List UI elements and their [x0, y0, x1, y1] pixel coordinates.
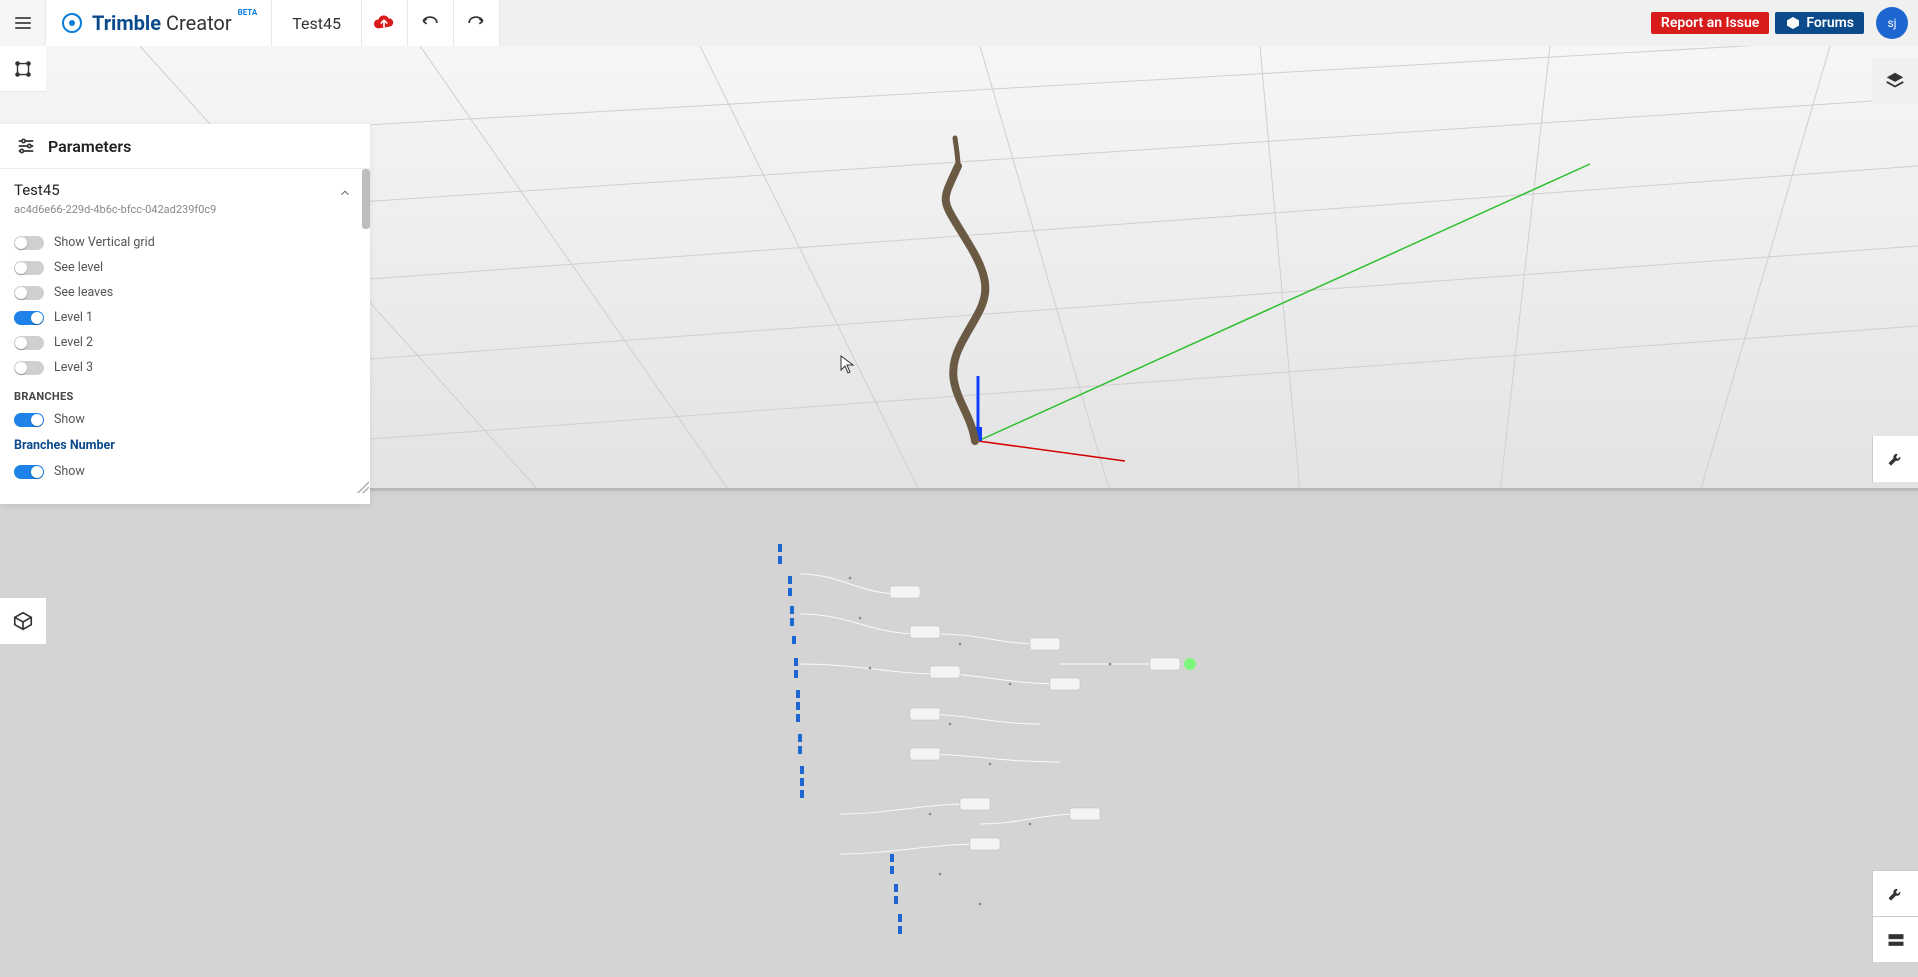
toggle-label: Level 3	[54, 360, 93, 375]
collapse-button[interactable]	[334, 181, 356, 208]
undo-icon	[420, 13, 440, 33]
layout-button[interactable]	[1872, 916, 1918, 962]
layers-icon	[1884, 70, 1906, 92]
toggle-switch[interactable]	[14, 286, 44, 300]
avatar[interactable]: sj	[1876, 7, 1908, 39]
left-tool-column	[0, 46, 46, 92]
node-graph[interactable]	[0, 494, 1918, 977]
toggle-switch[interactable]	[14, 236, 44, 250]
forums-label: Forums	[1806, 15, 1854, 31]
toggle-switch[interactable]	[14, 465, 44, 479]
document-name[interactable]: Test45	[272, 0, 362, 46]
project-id: ac4d6e66-229d-4b6c-bfcc-042ad239f0c9	[14, 203, 216, 216]
brand-icon	[60, 11, 84, 35]
toggle-label: Level 1	[54, 310, 93, 325]
topbar: Trimble Creator BETA Test45 Report an Is…	[0, 0, 1918, 46]
toggle-label: Show	[54, 464, 85, 479]
forums-icon	[1785, 15, 1801, 31]
toggle-label: Level 2	[54, 335, 93, 350]
nodes-icon	[12, 58, 34, 80]
viewport-settings-button[interactable]	[1872, 436, 1918, 482]
sliders-icon	[16, 136, 36, 156]
section-branches: BRANCHES	[14, 380, 356, 407]
toggle-switch[interactable]	[14, 336, 44, 350]
warehouse-button[interactable]	[0, 598, 46, 644]
toggle-see-level[interactable]: See level	[14, 255, 356, 280]
toggle-level-3[interactable]: Level 3	[14, 355, 356, 380]
brand-badge: BETA	[238, 8, 258, 17]
brand[interactable]: Trimble Creator BETA	[46, 0, 272, 46]
wrench-icon	[1886, 884, 1906, 904]
wrench-icon	[1886, 449, 1906, 469]
branches-number-link[interactable]: Branches Number	[14, 432, 356, 459]
toggle-switch[interactable]	[14, 311, 44, 325]
toggle-show-vertical-grid[interactable]: Show Vertical grid	[14, 230, 356, 255]
panel-header: Parameters	[0, 124, 370, 169]
cloud-upload-button[interactable]	[362, 0, 408, 46]
brand-text: Trimble Creator	[92, 11, 232, 35]
toggle-level-2[interactable]: Level 2	[14, 330, 356, 355]
layout-icon	[1886, 930, 1906, 950]
graph-settings-button-2[interactable]	[1872, 870, 1918, 916]
toggle-switch[interactable]	[14, 361, 44, 375]
layers-button[interactable]	[1872, 58, 1918, 104]
chevron-up-icon	[338, 186, 352, 200]
redo-icon	[466, 13, 486, 33]
toggle-see-leaves[interactable]: See leaves	[14, 280, 356, 305]
toggle-branches-show-2[interactable]: Show	[14, 459, 356, 484]
toggle-label: See level	[54, 260, 103, 275]
toggle-branches-show[interactable]: Show	[14, 407, 356, 432]
toggle-label: Show	[54, 412, 85, 427]
report-issue-button[interactable]: Report an Issue	[1651, 12, 1769, 34]
undo-button[interactable]	[408, 0, 454, 46]
panel-scrollbar[interactable]	[362, 169, 370, 229]
project-name: Test45	[14, 181, 216, 199]
forums-button[interactable]: Forums	[1775, 12, 1864, 34]
toggle-label: See leaves	[54, 285, 113, 300]
toggle-level-1[interactable]: Level 1	[14, 305, 356, 330]
parameters-panel: Parameters Test45 ac4d6e66-229d-4b6c-bfc…	[0, 124, 370, 504]
right-tool-column-top	[1872, 58, 1918, 104]
cloud-upload-icon	[373, 12, 395, 34]
toggle-switch[interactable]	[14, 413, 44, 427]
panel-resize-handle[interactable]	[357, 481, 369, 493]
warehouse-icon	[12, 610, 34, 632]
toggle-switch[interactable]	[14, 261, 44, 275]
graph-settings-button[interactable]	[0, 46, 46, 92]
menu-button[interactable]	[0, 0, 46, 46]
panel-title: Parameters	[48, 137, 131, 156]
redo-button[interactable]	[454, 0, 500, 46]
right-tool-column-bottom	[1872, 870, 1918, 962]
toggle-label: Show Vertical grid	[54, 235, 155, 250]
